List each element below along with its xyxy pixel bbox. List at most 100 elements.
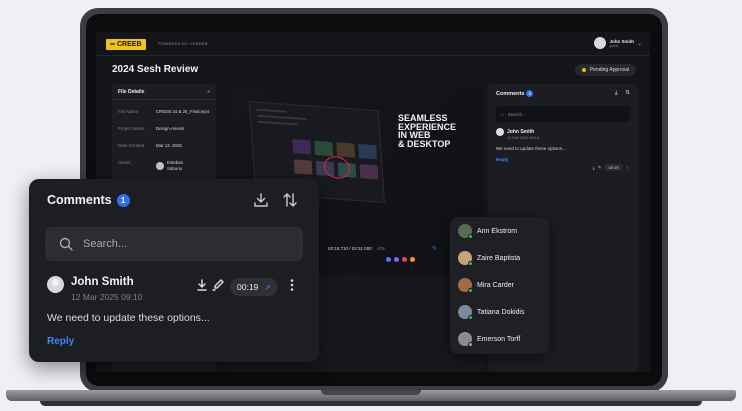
file-detail-value: Mar 12, 2025 — [156, 143, 182, 148]
fps-value: 479 — [377, 246, 385, 251]
offline-status-icon — [468, 342, 473, 347]
sort-icon[interactable] — [282, 192, 298, 208]
color-swatch-purple[interactable] — [394, 257, 399, 262]
download-icon[interactable]: ⤓ — [615, 90, 617, 97]
side-search-placeholder: Search... — [507, 111, 526, 117]
side-comment-tools: ⤓ ✎ 00:19 ⋮ — [593, 164, 630, 171]
comment-count-badge: 1 — [116, 193, 130, 207]
online-status-icon — [468, 234, 473, 239]
file-detail-row: Project Name Design-Assets — [112, 123, 216, 135]
side-comments-title: Comments — [496, 90, 525, 97]
side-comments-header: Comments 1 ⤓ ⇅ — [488, 84, 638, 102]
side-search-input[interactable]: ○ Search... — [496, 106, 630, 122]
laptop-base — [0, 390, 742, 411]
file-detail-row: File Name CREEB 24 & 25_Final.mp4 — [112, 106, 216, 118]
file-detail-label: Date Created — [118, 143, 145, 148]
mention-item[interactable]: Tatiana Dokidis — [458, 305, 525, 320]
headline-line: & DESKTOP — [398, 138, 451, 149]
comments-card: Comments 1 Search... John Smith 12 Mar 2… — [29, 179, 319, 362]
comment-time: 00:19 — [237, 282, 259, 292]
mention-name: Emerson Torff — [477, 335, 521, 343]
side-comment-text: We need to update these options... — [496, 146, 566, 151]
download-icon[interactable]: ⤓ — [593, 165, 595, 170]
mention-item[interactable]: Emerson Torff — [458, 332, 521, 347]
pen-icon[interactable] — [212, 278, 225, 291]
mention-name: Mira Carder — [477, 281, 514, 289]
avatar — [594, 37, 607, 49]
powered-by: POWERED BY ∞CREEB — [158, 41, 208, 46]
owner-name: Esteban Saborio — [167, 160, 184, 171]
creeb-logo[interactable]: ∞ CREEB — [106, 39, 146, 50]
file-details-header: File Details « — [112, 84, 216, 100]
mention-item[interactable]: Ann Ekstrom — [458, 224, 518, 239]
side-comment-author: John Smith — [496, 128, 630, 136]
file-detail-label: Project Name — [118, 126, 145, 131]
mention-list: Ann Ekstrom Zaire Baptista Mira Carder T… — [450, 217, 549, 354]
video-headline: SEAMLESS EXPERIENCE IN WEB & DESKTOP — [398, 114, 456, 148]
mention-name: Zaire Baptista — [477, 254, 521, 262]
color-swatch-blue[interactable] — [386, 257, 391, 262]
pen-icon[interactable]: ✎ — [598, 165, 602, 171]
status-dot-icon — [581, 68, 586, 72]
status-label: Pending Approval — [589, 67, 629, 73]
more-icon[interactable] — [287, 278, 297, 292]
side-comment-name: John Smith — [507, 129, 535, 135]
download-icon[interactable] — [253, 192, 269, 208]
file-detail-value: CREEB 24 & 25_Final.mp4 — [156, 109, 210, 114]
comment-timestamp-button[interactable]: 00:19 ↗ — [230, 278, 278, 296]
timecode: 00:18.710 / 02:31.000 479 — [328, 246, 385, 251]
reply-link[interactable]: Reply — [47, 336, 74, 347]
comment-author: John Smith — [71, 276, 134, 288]
infinity-icon: ∞ — [110, 41, 115, 48]
logo-text: CREEB — [117, 41, 142, 48]
status-badge[interactable]: Pending Approval — [574, 64, 636, 76]
mention-name: Tatiana Dokidis — [477, 308, 525, 316]
search-icon — [59, 237, 73, 251]
mention-name: Ann Ekstrom — [477, 227, 518, 235]
arrow-up-right-icon: ↗ — [264, 282, 271, 292]
sort-icon[interactable]: ⇅ — [625, 90, 630, 97]
color-swatch-red[interactable] — [402, 257, 407, 262]
download-icon[interactable] — [197, 279, 207, 291]
pen-icon[interactable]: ✎ — [432, 245, 438, 252]
avatar — [458, 251, 473, 266]
online-status-icon — [468, 288, 473, 293]
more-icon[interactable]: ⋮ — [626, 165, 631, 171]
side-reply-link[interactable]: Reply — [496, 157, 630, 162]
comments-title: Comments 1 — [47, 193, 130, 207]
app-topbar: ∞ CREEB POWERED BY ∞CREEB John Smith gue… — [96, 32, 650, 56]
owner-value: Esteban Saborio — [156, 160, 210, 172]
double-chevron-left-icon[interactable]: « — [207, 89, 210, 95]
user-menu[interactable]: John Smith guest ⌄ — [594, 37, 642, 49]
avatar — [458, 278, 473, 293]
avatar — [458, 305, 473, 320]
marketing-stage: ∞ CREEB POWERED BY ∞CREEB John Smith gue… — [0, 0, 742, 411]
mention-item[interactable]: Mira Carder — [458, 278, 514, 293]
page-title: 2024 Sesh Review — [112, 64, 199, 75]
avatar — [496, 128, 504, 136]
file-detail-label: Owner — [118, 160, 131, 165]
comment-text: We need to update these options... — [47, 312, 210, 324]
search-icon: ○ — [501, 111, 504, 117]
chevron-down-icon: ⌄ — [636, 40, 642, 47]
file-details-title: File Details — [118, 88, 145, 95]
file-detail-row: Owner Esteban Saborio — [112, 157, 216, 175]
avatar — [47, 276, 64, 293]
search-placeholder: Search... — [83, 238, 128, 250]
online-status-icon — [468, 261, 473, 266]
comment-date: 12 Mar 2025 09:10 — [71, 292, 143, 302]
search-input[interactable]: Search... — [45, 227, 303, 261]
side-comment-date: 12 Mar 2025 09:10 — [507, 136, 539, 140]
user-role: guest — [609, 43, 619, 48]
file-detail-row: Date Created Mar 12, 2025 — [112, 140, 216, 152]
comments-title-text: Comments — [47, 193, 112, 207]
comment-count-badge: 1 — [526, 89, 534, 97]
side-comment-time[interactable]: 00:19 — [604, 164, 623, 171]
mention-item[interactable]: Zaire Baptista — [458, 251, 521, 266]
file-detail-value: Design-Assets — [156, 126, 185, 131]
online-status-icon — [468, 315, 473, 320]
color-swatch-orange[interactable] — [410, 257, 415, 262]
avatar — [458, 224, 473, 239]
user-name: John Smith — [609, 38, 634, 44]
avatar — [458, 332, 473, 347]
